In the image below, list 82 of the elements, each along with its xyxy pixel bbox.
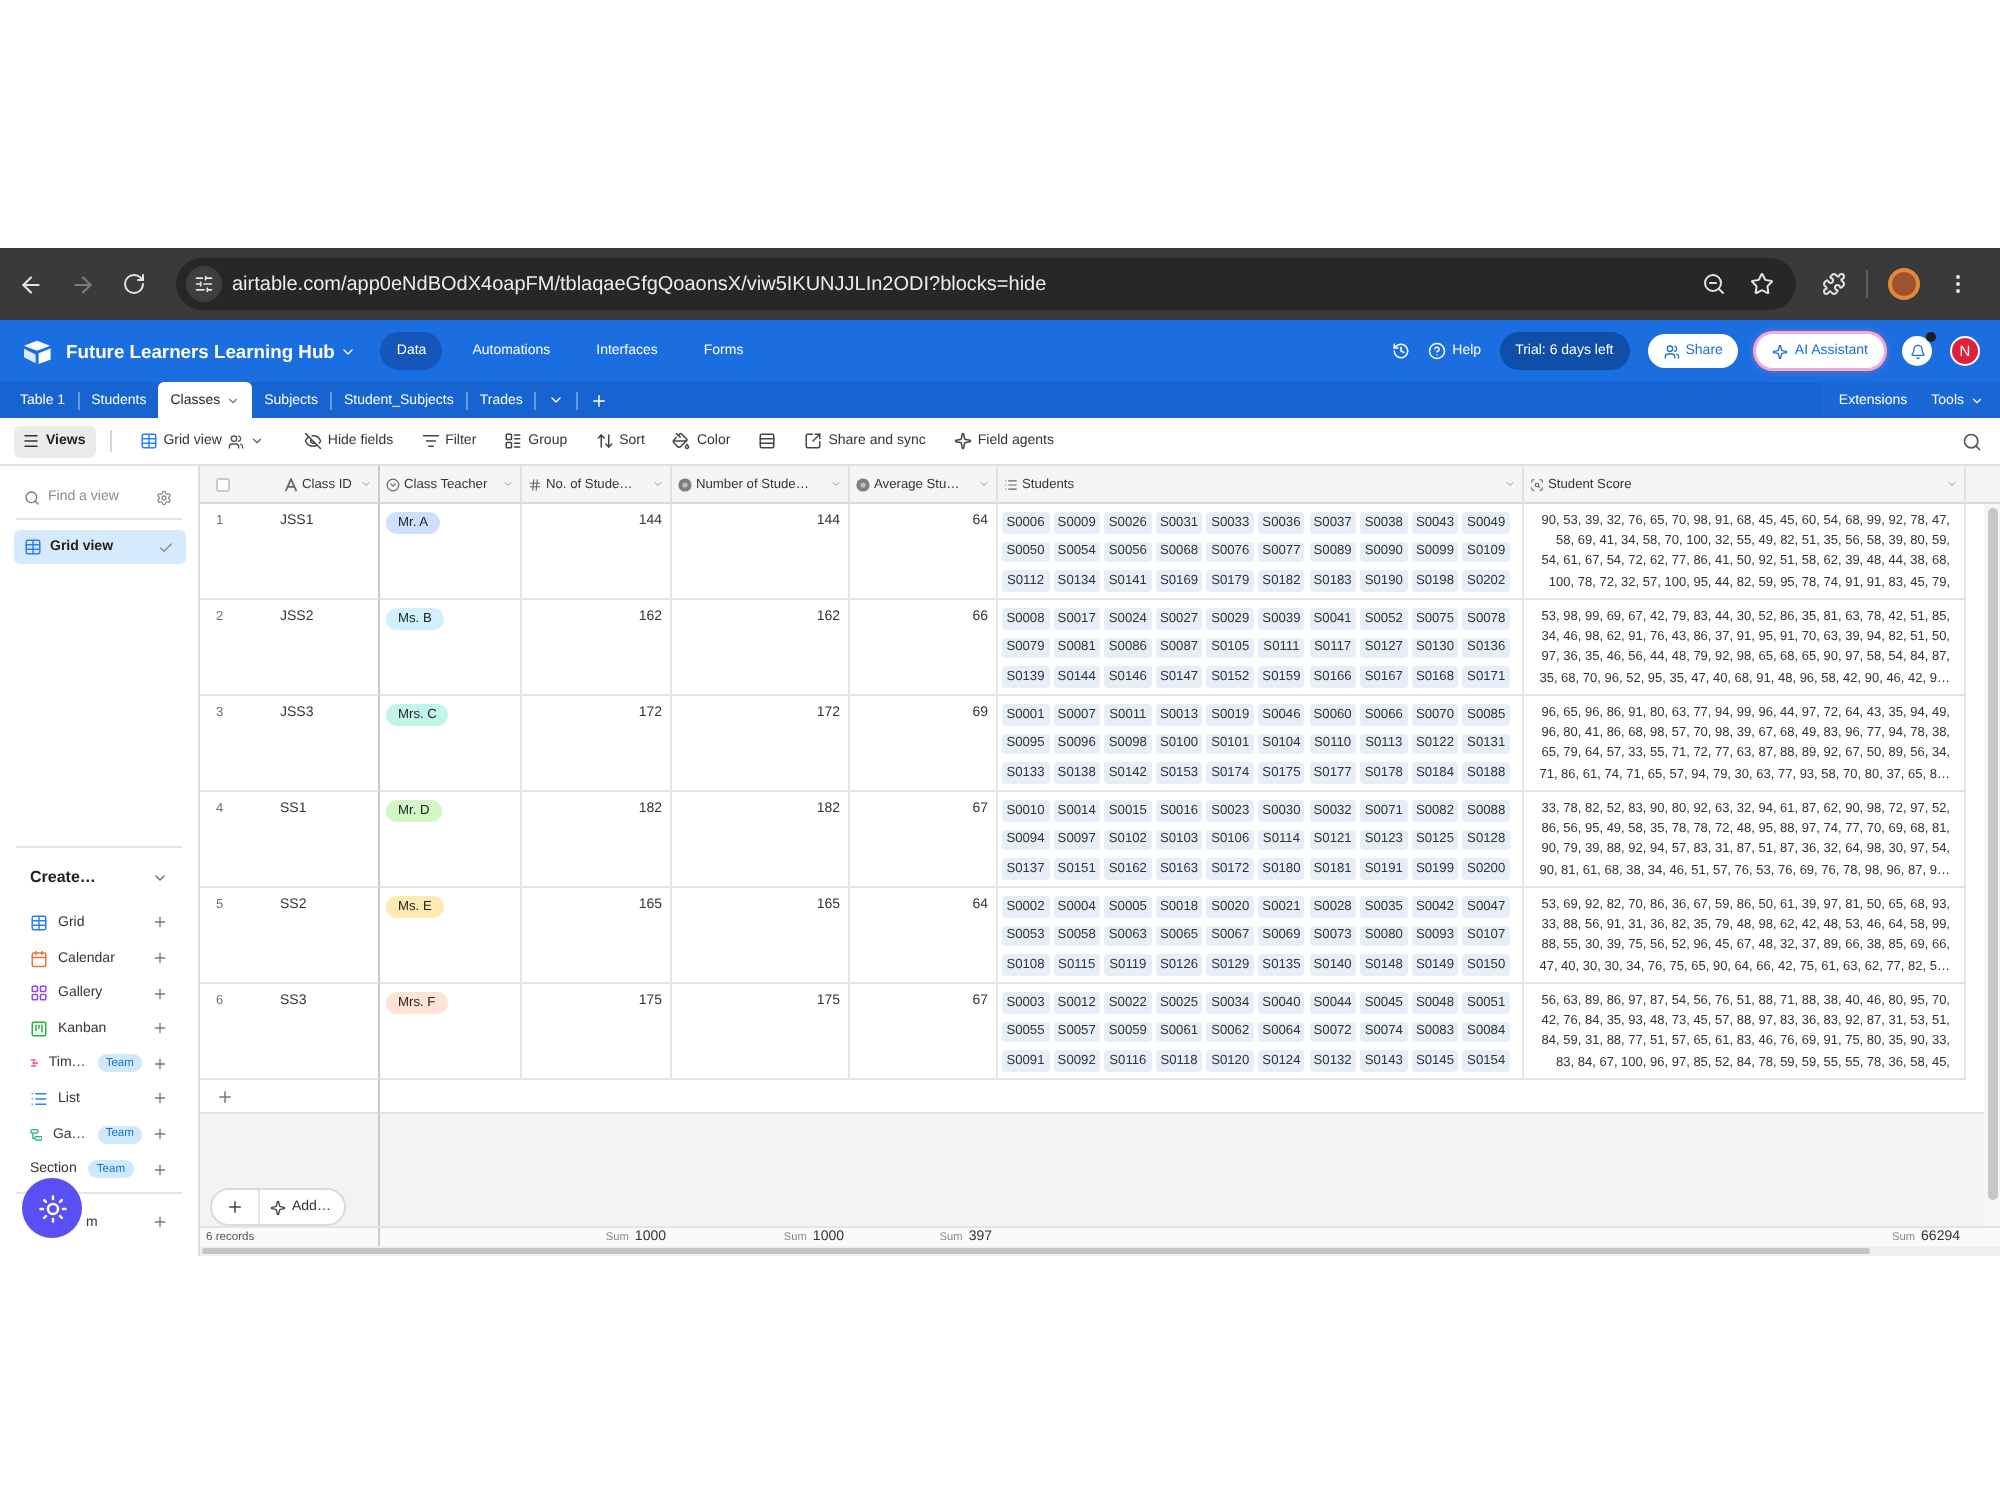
select-all-checkbox[interactable] [216, 477, 230, 491]
grid-icon [30, 913, 48, 932]
hash-icon [528, 477, 542, 491]
sort-arrows-icon [595, 432, 614, 450]
rows-icon [758, 432, 777, 450]
create-section-toggle[interactable]: Create… [0, 861, 198, 894]
filled-circle-icon [856, 477, 870, 491]
caret-icon [548, 392, 565, 408]
reload-icon [122, 272, 146, 296]
puzzle-icon [1822, 272, 1846, 296]
kanban-icon [30, 1019, 48, 1038]
share-out-icon [804, 432, 823, 450]
history-icon [1392, 342, 1411, 360]
url-text: airtable.com/app0eNdBOdX4oapFM/tblaqaeGfgQoaonsX/viw5IKUNJJLIn2ODI?blocks=hide [232, 273, 1049, 295]
grid-icon [139, 432, 158, 450]
view-settings-button[interactable] [156, 489, 172, 505]
plus-icon [152, 914, 168, 931]
caret-icon [1504, 478, 1516, 490]
check-icon [158, 539, 174, 555]
calendar-icon [30, 949, 48, 968]
group-list-icon [504, 432, 523, 450]
horizontal-scrollbar[interactable] [200, 1246, 2000, 1256]
help-icon [1428, 342, 1447, 360]
people-icon [227, 433, 244, 449]
base-name-button[interactable]: Future Learners Learning Hub [66, 340, 357, 362]
search-icon [24, 489, 40, 505]
history-button[interactable] [1392, 342, 1411, 360]
menu-icon [22, 432, 40, 450]
caret-icon [1970, 393, 1984, 407]
zoom-out-icon [1702, 272, 1726, 296]
site-info-button[interactable] [186, 266, 222, 302]
plus-icon [226, 1198, 244, 1216]
scan-search-icon [1530, 477, 1544, 491]
back-arrow-icon [17, 271, 43, 297]
gear-icon [156, 489, 172, 505]
eye-slash-icon [303, 432, 322, 450]
plus-icon [152, 1090, 168, 1107]
star-icon [1750, 272, 1774, 296]
caret-icon [978, 478, 990, 490]
caret-icon [652, 478, 664, 490]
plus-icon [152, 1161, 168, 1178]
chevron-circle-icon [386, 477, 400, 491]
plus-icon [152, 950, 168, 967]
address-bar[interactable]: airtable.com/app0eNdBOdX4oapFM/tblaqaeGfgQoaonsX/viw5IKUNJJLIn2ODI?blocks=hide [176, 258, 1796, 310]
sun-icon [37, 1193, 67, 1223]
gantt-bars-icon [30, 1125, 43, 1144]
gallery-grid-icon [30, 984, 48, 1003]
sparkle-icon [953, 432, 972, 450]
search-icon [1962, 431, 1982, 451]
sparkle-icon [1772, 343, 1789, 359]
paint-bucket-icon [672, 432, 691, 450]
plus-icon [152, 1214, 168, 1231]
plus-icon [152, 1020, 168, 1037]
timeline-bars-icon [30, 1054, 39, 1073]
notifications-button[interactable] [1902, 336, 1932, 366]
sliders-icon [194, 274, 214, 294]
caret-icon [360, 478, 372, 490]
plus-icon [215, 1087, 233, 1105]
caret-icon [226, 393, 241, 407]
plus-icon [152, 1055, 168, 1072]
bell-icon [1909, 343, 1925, 359]
plus-icon [589, 391, 608, 409]
grid-icon [24, 538, 42, 556]
badge-dot-icon [1926, 332, 1936, 342]
plus-icon [152, 985, 168, 1002]
caret-icon [1946, 478, 1958, 490]
sparkle-icon [270, 1199, 286, 1215]
text-type-icon [284, 477, 298, 491]
list-icon [30, 1089, 48, 1108]
assistant-fab[interactable] [22, 1178, 82, 1238]
forward-arrow-icon [69, 271, 95, 297]
filter-icon [421, 432, 440, 450]
list-icon [1004, 477, 1018, 491]
caret-icon [830, 478, 842, 490]
profile-avatar[interactable] [1888, 268, 1920, 300]
logo-icon [22, 339, 52, 363]
search-button[interactable] [1962, 431, 1982, 451]
caret-icon [249, 434, 264, 448]
plus-icon [152, 1126, 168, 1143]
people-icon [1663, 343, 1680, 359]
filled-circle-icon [678, 477, 692, 491]
caret-icon [502, 478, 514, 490]
